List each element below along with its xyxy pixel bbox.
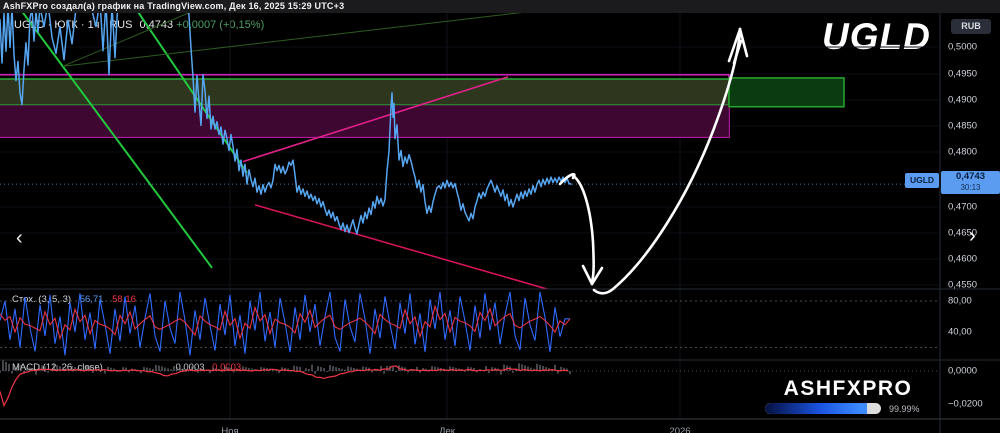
- axis-tick-label: 0,0000: [948, 365, 978, 377]
- last-price-value: 0,4743: [955, 171, 986, 182]
- time-tick-label: 2026: [669, 426, 691, 433]
- axis-tick-label: 0,4550: [948, 279, 978, 291]
- scroll-right-chevron-icon[interactable]: ›: [969, 226, 976, 246]
- ashfxpro-logo: ASHFXPRO 99.99%: [753, 377, 943, 414]
- axis-tick-label: 0,5000: [948, 41, 978, 53]
- axis-tick-label: −0,0200: [948, 398, 983, 410]
- axis-tick-label: 0,4950: [948, 68, 978, 80]
- price-line-symbol-label: UGLD: [905, 173, 939, 188]
- target-box: [728, 77, 845, 108]
- time-tick-label: Дек: [439, 426, 455, 433]
- axis-tick-label: 0,4800: [948, 146, 978, 158]
- tradingview-snapshot: AshFXPro создал(а) график на TradingView…: [0, 0, 1000, 433]
- main-pane[interactable]: [0, 0, 940, 291]
- axis-tick-label: 40,00: [948, 326, 972, 338]
- logo-text: ASHFXPRO: [783, 377, 913, 400]
- time-axis[interactable]: Ноя Дек 2026: [0, 420, 940, 433]
- chart-canvas[interactable]: [0, 0, 1000, 433]
- bar-countdown: 30:13: [960, 183, 981, 192]
- currency-badge: RUB: [951, 19, 991, 34]
- drawn-recovery-arrows: [558, 27, 749, 295]
- purple-subzone: [0, 105, 729, 138]
- scroll-left-chevron-icon[interactable]: ‹: [16, 228, 23, 248]
- green-subzone: [0, 78, 730, 106]
- logo-percent: 99.99%: [889, 403, 920, 414]
- price-axis[interactable]: RUB 0,5000 0,4950 0,4900 0,4850 0,4800 0,4700…: [941, 13, 1000, 420]
- time-tick-label: Ноя: [221, 426, 239, 433]
- logo-progress-fill: [765, 403, 868, 414]
- macd-signal-line: [0, 365, 569, 408]
- axis-tick-label: 80,00: [948, 295, 972, 307]
- axis-tick-label: 0,4900: [948, 94, 978, 106]
- axis-tick-label: 0,4700: [948, 201, 978, 213]
- last-price-badge: 0,4743 30:13: [941, 171, 1000, 194]
- axis-tick-label: 0,4850: [948, 120, 978, 132]
- axis-tick-label: 0,4600: [948, 253, 978, 265]
- trendline-fan-thin-1[interactable]: [62, 8, 560, 67]
- logo-progress-bar: [765, 403, 881, 414]
- macd-histogram: [0, 359, 571, 375]
- trendline-fan-thin-2[interactable]: [62, 10, 195, 67]
- trendline-pink-falling[interactable]: [254, 204, 553, 291]
